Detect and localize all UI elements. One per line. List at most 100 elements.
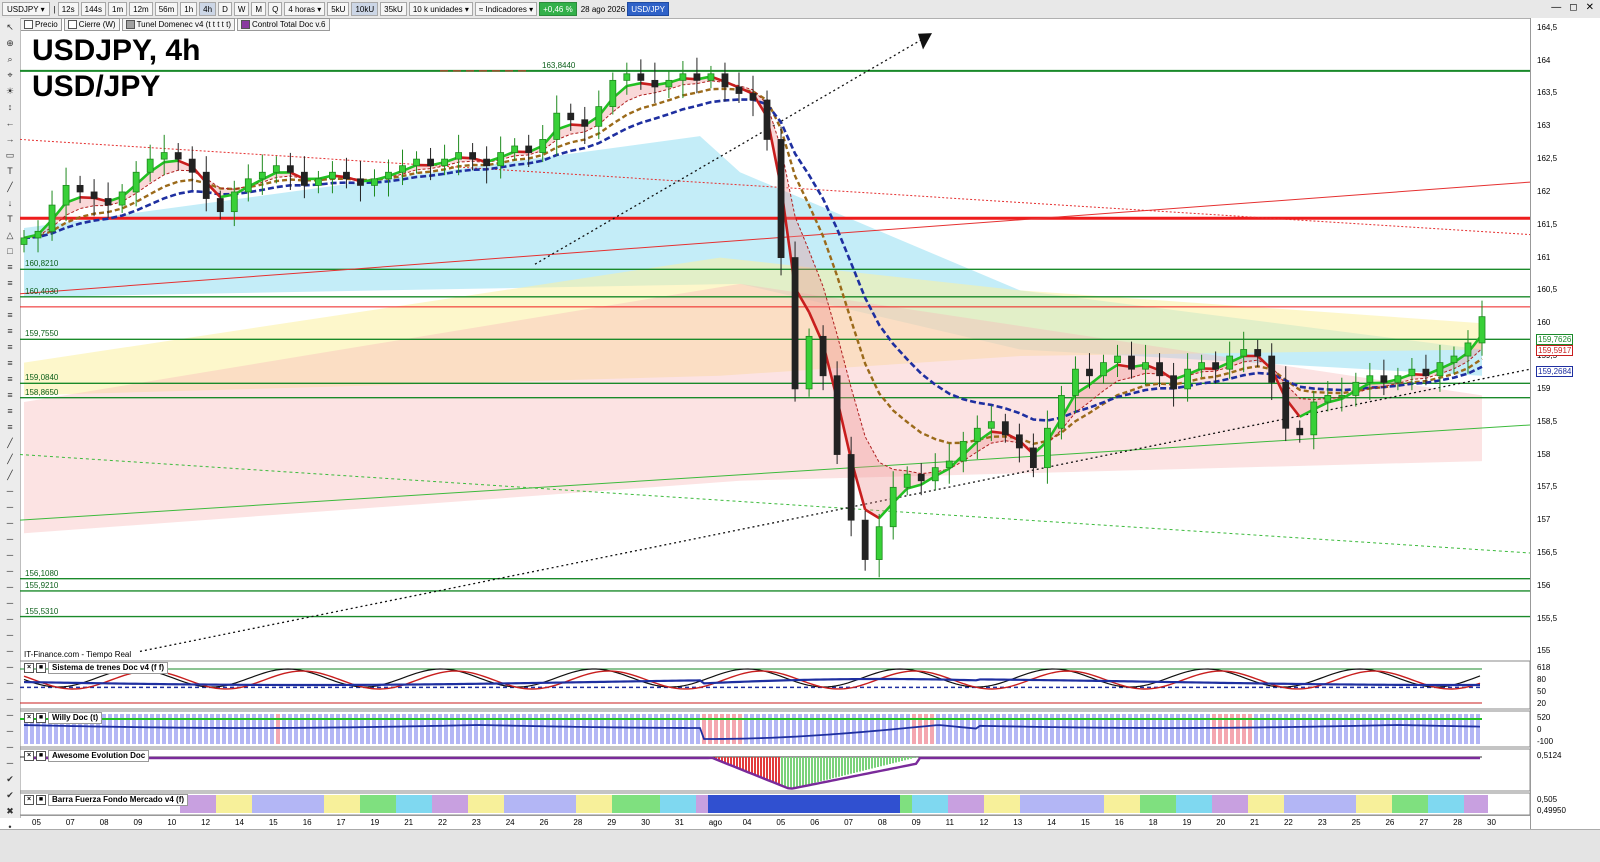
drawing-tool-icon[interactable]: ─ (3, 628, 17, 642)
candle[interactable] (708, 74, 714, 81)
interval-D[interactable]: D (218, 2, 232, 16)
candle[interactable] (1437, 363, 1443, 376)
drawing-tool-icon[interactable]: ─ (3, 660, 17, 674)
candle[interactable] (442, 159, 448, 166)
candle[interactable] (77, 185, 83, 192)
drawing-tool-icon[interactable]: ─ (3, 596, 17, 610)
candle[interactable] (1423, 369, 1429, 376)
drawing-tool-icon[interactable]: ─ (3, 756, 17, 770)
candle[interactable] (1227, 356, 1233, 369)
candle[interactable] (1171, 376, 1177, 389)
indicator-panel-header[interactable]: ×■Sistema de trenes Doc v4 (f f) (24, 662, 168, 673)
indicator-panel-header[interactable]: ×■Barra Fuerza Fondo Mercado v4 (f) (24, 794, 188, 805)
units-10kU[interactable]: 10kU (351, 2, 378, 16)
candle[interactable] (343, 172, 349, 179)
candle[interactable] (960, 441, 966, 461)
panel-close-icon[interactable]: × (24, 751, 34, 761)
candle[interactable] (596, 107, 602, 127)
candle[interactable] (610, 80, 616, 106)
drawing-tool-icon[interactable]: ⌖ (3, 68, 17, 82)
candle[interactable] (1395, 376, 1401, 383)
drawing-tool-icon[interactable]: ╱ (3, 180, 17, 194)
candle[interactable] (1255, 349, 1261, 356)
candle[interactable] (694, 74, 700, 81)
candle[interactable] (876, 527, 882, 560)
candle[interactable] (946, 461, 952, 468)
drawing-tool-icon[interactable]: ✔ (3, 772, 17, 786)
drawing-tool-icon[interactable]: ─ (3, 644, 17, 658)
candle[interactable] (792, 258, 798, 389)
candle[interactable] (848, 455, 854, 521)
candle[interactable] (1465, 343, 1471, 356)
indicator-panel-header[interactable]: ×■Awesome Evolution Doc (24, 750, 149, 761)
drawing-tool-icon[interactable]: ─ (3, 516, 17, 530)
candle[interactable] (1016, 435, 1022, 448)
candle[interactable] (582, 120, 588, 127)
candle[interactable] (540, 139, 546, 152)
candle[interactable] (974, 428, 980, 441)
period-dropdown[interactable]: 4 horas ▾ (284, 2, 325, 16)
symbol-selector[interactable]: USDJPY ▾ (2, 2, 50, 16)
drawing-tool-icon[interactable]: ─ (3, 724, 17, 738)
candle[interactable] (217, 199, 223, 212)
candle[interactable] (834, 376, 840, 455)
interval-Q[interactable]: Q (268, 2, 282, 16)
drawing-tool-icon[interactable]: □ (3, 244, 17, 258)
interval-1m[interactable]: 1m (108, 2, 127, 16)
candle[interactable] (400, 166, 406, 173)
candle[interactable] (1157, 363, 1163, 376)
drawing-tool-icon[interactable]: ≡ (3, 420, 17, 434)
candle[interactable] (414, 159, 420, 166)
candle[interactable] (1044, 428, 1050, 467)
candle[interactable] (820, 336, 826, 375)
candle[interactable] (778, 139, 784, 257)
restore-icon[interactable]: ◻ (1569, 2, 1577, 13)
drawing-tool-icon[interactable]: ─ (3, 532, 17, 546)
candle[interactable] (498, 153, 504, 166)
candle[interactable] (1339, 395, 1345, 397)
candle[interactable] (1115, 356, 1121, 363)
candle[interactable] (49, 205, 55, 231)
drawing-tool-icon[interactable]: T (3, 164, 17, 178)
panel-close-icon[interactable]: × (24, 663, 34, 673)
interval-12m[interactable]: 12m (129, 2, 153, 16)
drawing-tool-icon[interactable]: ─ (3, 692, 17, 706)
panel-close-icon[interactable]: × (24, 795, 34, 805)
candle[interactable] (1479, 317, 1485, 343)
candle[interactable] (1185, 369, 1191, 389)
candle[interactable] (1002, 422, 1008, 435)
indicator-panel-header[interactable]: ×■Willy Doc (t) (24, 712, 102, 723)
candle[interactable] (456, 153, 462, 160)
price-chart[interactable] (20, 18, 1530, 815)
minimize-icon[interactable]: — (1551, 2, 1561, 13)
drawing-tool-icon[interactable]: ─ (3, 708, 17, 722)
units-5kU[interactable]: 5kU (327, 2, 349, 16)
panel-settings-icon[interactable]: ■ (36, 713, 46, 723)
candle[interactable] (1241, 349, 1247, 356)
candle[interactable] (175, 153, 181, 160)
candle[interactable] (1072, 369, 1078, 395)
candle[interactable] (91, 192, 97, 199)
candle[interactable] (259, 172, 265, 179)
candle[interactable] (1381, 376, 1387, 383)
candle[interactable] (652, 80, 658, 87)
candle[interactable] (371, 179, 377, 186)
candle[interactable] (119, 192, 125, 205)
candle[interactable] (287, 166, 293, 173)
drawing-tool-icon[interactable]: ↓ (3, 196, 17, 210)
drawing-tool-icon[interactable]: ≡ (3, 340, 17, 354)
candle[interactable] (470, 153, 476, 160)
drawing-tool-icon[interactable]: ↖ (3, 20, 17, 34)
candle[interactable] (988, 422, 994, 429)
panel-close-icon[interactable]: × (24, 713, 34, 723)
candle[interactable] (105, 199, 111, 206)
candle[interactable] (1030, 448, 1036, 468)
candle[interactable] (638, 74, 644, 81)
drawing-tool-icon[interactable]: ─ (3, 564, 17, 578)
drawing-tool-icon[interactable]: ≡ (3, 292, 17, 306)
candle[interactable] (722, 74, 728, 87)
candle[interactable] (932, 468, 938, 481)
candle[interactable] (1213, 363, 1219, 370)
drawing-tool-icon[interactable]: ≡ (3, 324, 17, 338)
candle[interactable] (21, 238, 27, 245)
